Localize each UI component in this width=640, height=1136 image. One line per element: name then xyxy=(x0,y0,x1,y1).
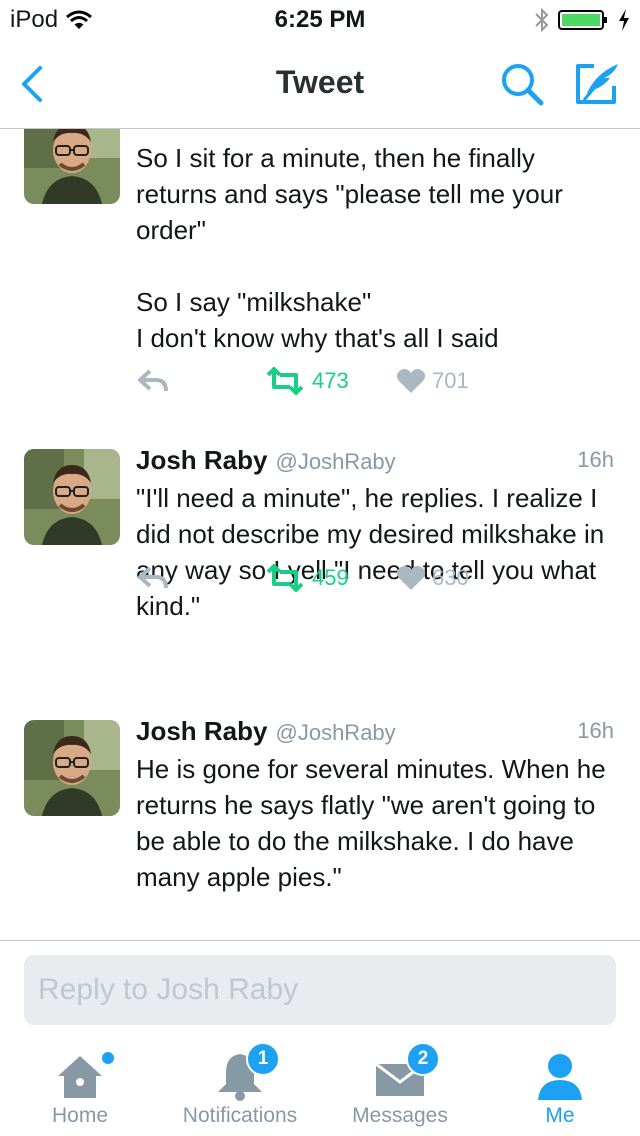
status-bar: iPod 6:25 PM xyxy=(0,0,640,40)
bluetooth-icon xyxy=(535,7,549,33)
tweet-actions: 473 701 xyxy=(136,367,616,407)
tab-label: Notifications xyxy=(182,1104,298,1127)
reply-bar xyxy=(0,940,640,1037)
reply-button[interactable] xyxy=(136,367,170,395)
tab-label: Me xyxy=(545,1104,575,1127)
avatar-photo xyxy=(24,720,120,816)
author-name[interactable]: Josh Raby xyxy=(136,716,268,746)
tab-home[interactable]: Home xyxy=(0,1036,160,1136)
like-button[interactable]: 630 xyxy=(396,564,469,592)
reply-icon xyxy=(138,369,168,392)
heart-icon xyxy=(396,566,426,590)
tab-messages[interactable]: 2 Messages xyxy=(320,1036,480,1136)
tweet-text: He is gone for several minutes. When he … xyxy=(136,754,606,892)
tab-bar: Home 1 Notifications 2 Messages Me xyxy=(0,1036,640,1136)
tab-label: Messages xyxy=(352,1104,448,1127)
retweet-icon xyxy=(266,564,304,592)
heart-icon xyxy=(396,369,426,393)
home-new-dot xyxy=(102,1052,114,1064)
retweet-icon xyxy=(266,367,304,395)
reply-input[interactable] xyxy=(24,955,616,1025)
avatar-photo xyxy=(24,129,120,204)
tweet-header: Josh Raby @JoshRaby 16h xyxy=(136,716,614,750)
tab-label: Home xyxy=(51,1104,109,1127)
compose-feather-icon xyxy=(576,64,618,104)
tweet-detail-screen: iPod 6:25 PM Tweet So I sit for a minute… xyxy=(0,0,640,1136)
reply-icon xyxy=(138,566,168,589)
retweet-count: 473 xyxy=(312,368,349,393)
retweet-count: 459 xyxy=(312,565,349,590)
messages-badge: 2 xyxy=(406,1042,440,1076)
battery-icon xyxy=(558,10,607,30)
nav-bar: Tweet xyxy=(0,40,640,129)
tweet-item[interactable]: So I sit for a minute, then he finally r… xyxy=(0,129,640,426)
compose-button[interactable] xyxy=(572,60,622,108)
tweet-text: So I sit for a minute, then he finally r… xyxy=(136,143,563,353)
tab-notifications[interactable]: 1 Notifications xyxy=(160,1036,320,1136)
retweet-button[interactable]: 473 xyxy=(264,367,349,395)
person-icon xyxy=(538,1054,582,1100)
author-handle[interactable]: @JoshRaby xyxy=(276,449,396,474)
author-name[interactable]: Josh Raby xyxy=(136,445,268,475)
tweet-timestamp: 16h xyxy=(577,718,614,743)
tweet-timestamp: 16h xyxy=(577,447,614,472)
notifications-badge: 1 xyxy=(246,1042,280,1076)
tweet-actions: 459 630 xyxy=(136,564,616,604)
author-handle[interactable]: @JoshRaby xyxy=(276,720,396,745)
tab-me[interactable]: Me xyxy=(480,1036,640,1136)
avatar[interactable] xyxy=(24,720,120,816)
reply-button[interactable] xyxy=(136,564,170,592)
tweet-item[interactable]: Josh Raby @JoshRaby 16h He is gone for se… xyxy=(0,696,640,939)
like-count: 701 xyxy=(432,368,469,393)
avatar[interactable] xyxy=(24,449,120,545)
charging-bolt-icon xyxy=(619,9,629,31)
retweet-button[interactable]: 459 xyxy=(264,564,349,592)
tweet-item[interactable]: Josh Raby @JoshRaby 16h "I'll need a minu… xyxy=(0,425,640,697)
avatar[interactable] xyxy=(24,129,120,204)
search-icon xyxy=(502,64,544,106)
tweet-thread[interactable]: So I sit for a minute, then he finally r… xyxy=(0,129,640,939)
avatar-photo xyxy=(24,449,120,545)
tweet-header: Josh Raby @JoshRaby 16h xyxy=(136,445,614,479)
home-icon xyxy=(58,1056,102,1098)
like-button[interactable]: 701 xyxy=(396,367,469,395)
like-count: 630 xyxy=(432,565,469,590)
search-button[interactable] xyxy=(498,60,546,108)
